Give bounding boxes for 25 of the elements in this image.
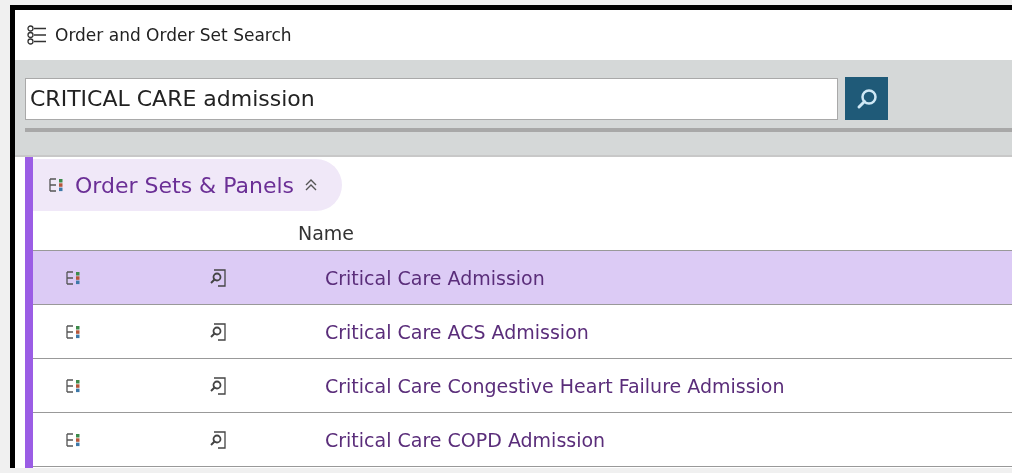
section-title: Order Sets & Panels <box>75 172 295 198</box>
collapse-icon[interactable] <box>304 178 319 192</box>
order-set-icon <box>49 178 65 192</box>
preview-icon[interactable] <box>208 430 226 449</box>
search-button[interactable] <box>845 77 888 120</box>
order-set-icon <box>66 324 82 339</box>
column-header[interactable]: Name <box>298 222 355 244</box>
order-set-name: Critical Care ACS Admission <box>325 320 589 343</box>
order-set-icon <box>66 270 82 285</box>
table-row[interactable]: Critical Care Congestive Heart Failure Admission <box>33 359 1012 413</box>
order-set-name: Critical Care COPD Admission <box>325 428 606 451</box>
preview-icon[interactable] <box>208 322 226 341</box>
table-row[interactable]: Critical Care Admission <box>33 251 1012 305</box>
order-set-name: Critical Care Admission <box>325 266 545 289</box>
preview-icon[interactable] <box>208 268 226 287</box>
search-field[interactable]: CRITICAL CARE admission <box>25 77 838 120</box>
table-row[interactable]: Critical Care ACS Admission <box>33 305 1012 359</box>
list-icon <box>27 25 47 45</box>
section-header[interactable]: Order Sets & Panels <box>33 159 343 211</box>
order-set-name: Critical Care Congestive Heart Failure Admission <box>325 374 785 397</box>
table-row[interactable]: Critical Care COPD Admission <box>33 413 1012 467</box>
window-title: Order and Order Set Search <box>55 25 292 45</box>
preview-icon[interactable] <box>208 376 226 395</box>
order-set-icon <box>66 432 82 447</box>
order-set-icon <box>66 378 82 393</box>
